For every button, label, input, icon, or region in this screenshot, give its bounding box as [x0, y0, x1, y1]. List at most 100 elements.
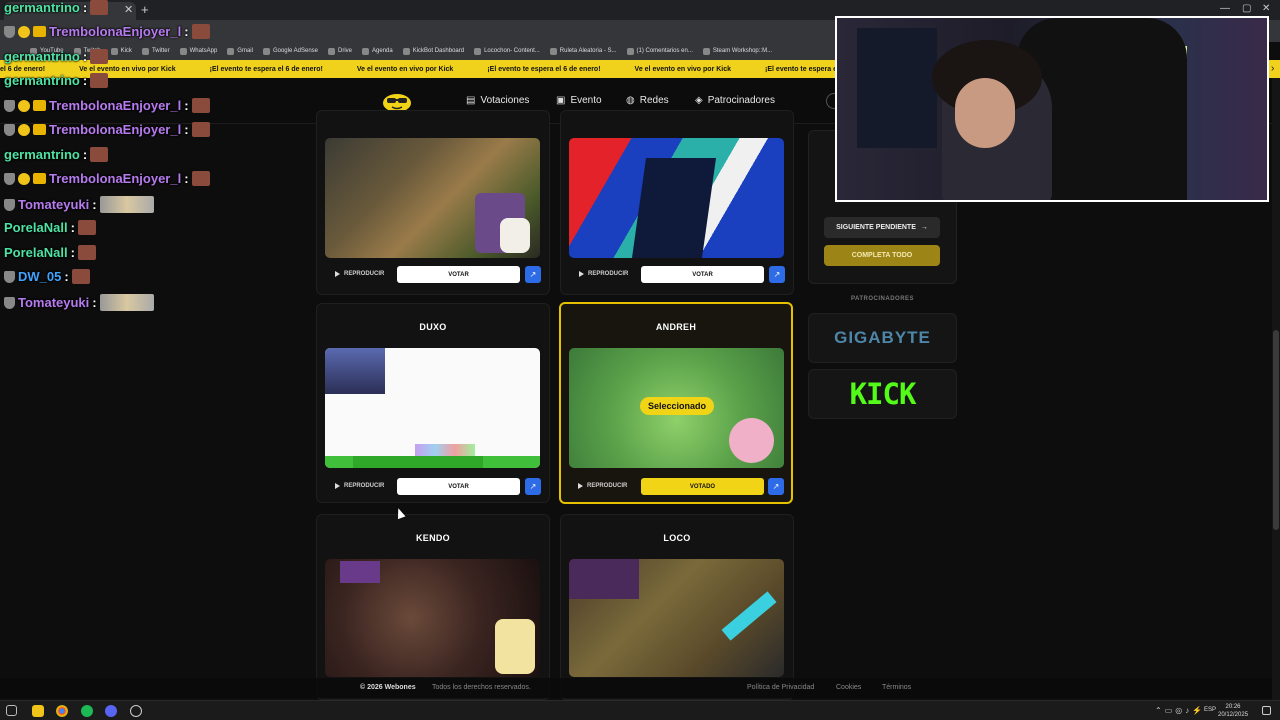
chat-separator: : — [82, 147, 88, 162]
marquee-message: ¡El evento te espera el 6 de enero! — [487, 65, 601, 73]
minimize-icon[interactable]: — — [1220, 3, 1230, 14]
spotify-icon[interactable] — [81, 705, 93, 717]
shield-badge-icon — [4, 172, 15, 185]
emote-icon — [77, 245, 96, 260]
play-button[interactable]: REPRODUCIR — [578, 483, 627, 489]
crown-badge-icon — [33, 173, 46, 184]
nav-patrocinadores[interactable]: ◈ Patrocinadores — [695, 95, 775, 106]
chrome-icon[interactable] — [56, 705, 68, 717]
folder-icon[interactable] — [32, 705, 44, 717]
discord-icon[interactable] — [105, 705, 117, 717]
sponsors-heading: PATROCINADORES — [850, 296, 915, 302]
external-link-icon: ↗ — [773, 270, 781, 279]
crown-badge-icon — [33, 124, 46, 135]
external-link-button[interactable]: ↗ — [768, 478, 784, 495]
complete-all-button[interactable]: COMPLETA TODO — [824, 245, 940, 266]
vote-card: REPRODUCIR VOTAR ↗ — [560, 110, 794, 295]
bookmark-item[interactable]: Agenda — [362, 47, 393, 55]
chat-message: PorelaNall : — [4, 220, 96, 235]
chat-message: germantrino : — [4, 147, 109, 162]
bookmark-item[interactable]: (1) Comentarios en... — [626, 47, 693, 55]
bookmark-item[interactable]: KickBot Dashboard — [402, 47, 464, 55]
chat-separator: : — [64, 269, 69, 284]
notifications-icon[interactable] — [1262, 706, 1271, 715]
clip-thumbnail[interactable]: Seleccionado — [569, 348, 784, 468]
emote-icon — [99, 196, 154, 213]
emote-icon — [99, 294, 154, 311]
chat-separator: : — [82, 0, 88, 15]
emote-icon — [191, 24, 210, 39]
voted-button[interactable]: VOTADO — [641, 478, 764, 495]
chat-separator: : — [184, 171, 189, 186]
play-button[interactable]: REPRODUCIR — [335, 483, 384, 489]
external-link-button[interactable]: ↗ — [525, 266, 541, 283]
chat-username: PorelaNall — [4, 220, 68, 235]
vote-button[interactable]: VOTAR — [397, 478, 520, 495]
obs-icon[interactable] — [130, 705, 142, 717]
chat-separator: : — [184, 24, 189, 39]
play-button[interactable]: REPRODUCIR — [579, 271, 628, 277]
search-icon[interactable] — [6, 705, 17, 716]
nav-redes[interactable]: ◍ Redes — [626, 95, 669, 106]
clip-thumbnail[interactable] — [569, 559, 784, 677]
bookmark-favicon-icon — [549, 47, 557, 55]
clip-thumbnail[interactable] — [569, 138, 784, 258]
external-link-icon: ↗ — [529, 482, 537, 491]
play-icon — [335, 271, 340, 277]
bookmark-item[interactable]: Google AdSense — [262, 47, 318, 55]
vote-card-kendo: KENDO — [316, 514, 550, 700]
vote-card-duxo: DUXO REPRODUCIR VOTAR ↗ — [316, 303, 550, 503]
sponsor-gigabyte[interactable]: GIGABYTE — [808, 313, 957, 363]
clip-thumbnail[interactable] — [325, 138, 540, 258]
card-title: LOCO — [663, 533, 691, 543]
bookmark-item[interactable]: Steam Workshop::M... — [702, 47, 772, 55]
play-button[interactable]: REPRODUCIR — [335, 271, 384, 277]
next-pending-button[interactable]: SIGUIENTE PENDIENTE → — [824, 217, 940, 238]
screen: ✕ + — ▢ ✕ YouTubeTwitchKickTwitterWhatsA… — [0, 0, 1280, 720]
footer-privacy-link[interactable]: Política de Privacidad — [747, 684, 814, 691]
external-link-button[interactable]: ↗ — [525, 478, 541, 495]
chat-username: PorelaNall — [4, 245, 68, 260]
bookmark-item[interactable]: Drive — [328, 47, 352, 55]
external-link-button[interactable]: ↗ — [769, 266, 785, 283]
system-tray[interactable]: ⌃▭◎♪⚡ — [1155, 706, 1205, 715]
footer-terms-link[interactable]: Términos — [882, 684, 911, 691]
chat-message: germantrino : — [4, 49, 109, 64]
vote-button[interactable]: VOTAR — [397, 266, 520, 283]
vote-card-loco: LOCO — [560, 514, 794, 700]
chat-message: germantrino : — [4, 73, 109, 88]
nav-votaciones[interactable]: ▤ Votaciones — [466, 95, 529, 106]
window-close-icon[interactable]: ✕ — [1262, 3, 1270, 14]
clip-thumbnail[interactable] — [325, 559, 540, 677]
bookmark-favicon-icon — [328, 47, 336, 55]
emote-icon — [77, 220, 96, 235]
bookmark-item[interactable]: Locochon- Content... — [474, 47, 540, 55]
marquee-message: ¡El evento te espera el 6 de enero! — [765, 65, 835, 73]
nav-evento[interactable]: ▣ Evento — [556, 95, 602, 106]
sponsor-kick[interactable]: KICK — [808, 369, 957, 419]
vote-button[interactable]: VOTAR — [641, 266, 764, 283]
chat-separator: : — [184, 98, 189, 113]
language-indicator[interactable]: ESP — [1204, 707, 1216, 713]
external-link-icon: ↗ — [772, 482, 780, 491]
chat-separator: : — [82, 49, 88, 64]
shield-badge-icon — [4, 296, 15, 309]
face-graphic — [955, 78, 1015, 148]
streamer-webcam — [835, 16, 1269, 202]
chat-username: germantrino — [4, 49, 80, 64]
bookmark-favicon-icon — [626, 47, 634, 55]
chat-separator: : — [82, 73, 88, 88]
chat-message: PorelaNall : — [4, 245, 96, 260]
vote-card: REPRODUCIR VOTAR ↗ — [316, 110, 550, 295]
character-graphic — [729, 418, 774, 463]
marquee-message: Ve el evento en vivo por Kick — [634, 65, 732, 73]
clock[interactable]: 20:26 20/12/2025 — [1218, 703, 1248, 719]
maximize-icon[interactable]: ▢ — [1242, 3, 1251, 14]
footer-cookies-link[interactable]: Cookies — [836, 684, 861, 691]
character-graphic — [495, 619, 535, 674]
play-icon — [579, 271, 584, 277]
scrollbar-thumb[interactable] — [1273, 330, 1279, 530]
sub-badge-icon — [18, 172, 30, 185]
bookmark-item[interactable]: Ruleta Aleatoria - S... — [549, 47, 617, 55]
clip-thumbnail[interactable] — [325, 348, 540, 468]
